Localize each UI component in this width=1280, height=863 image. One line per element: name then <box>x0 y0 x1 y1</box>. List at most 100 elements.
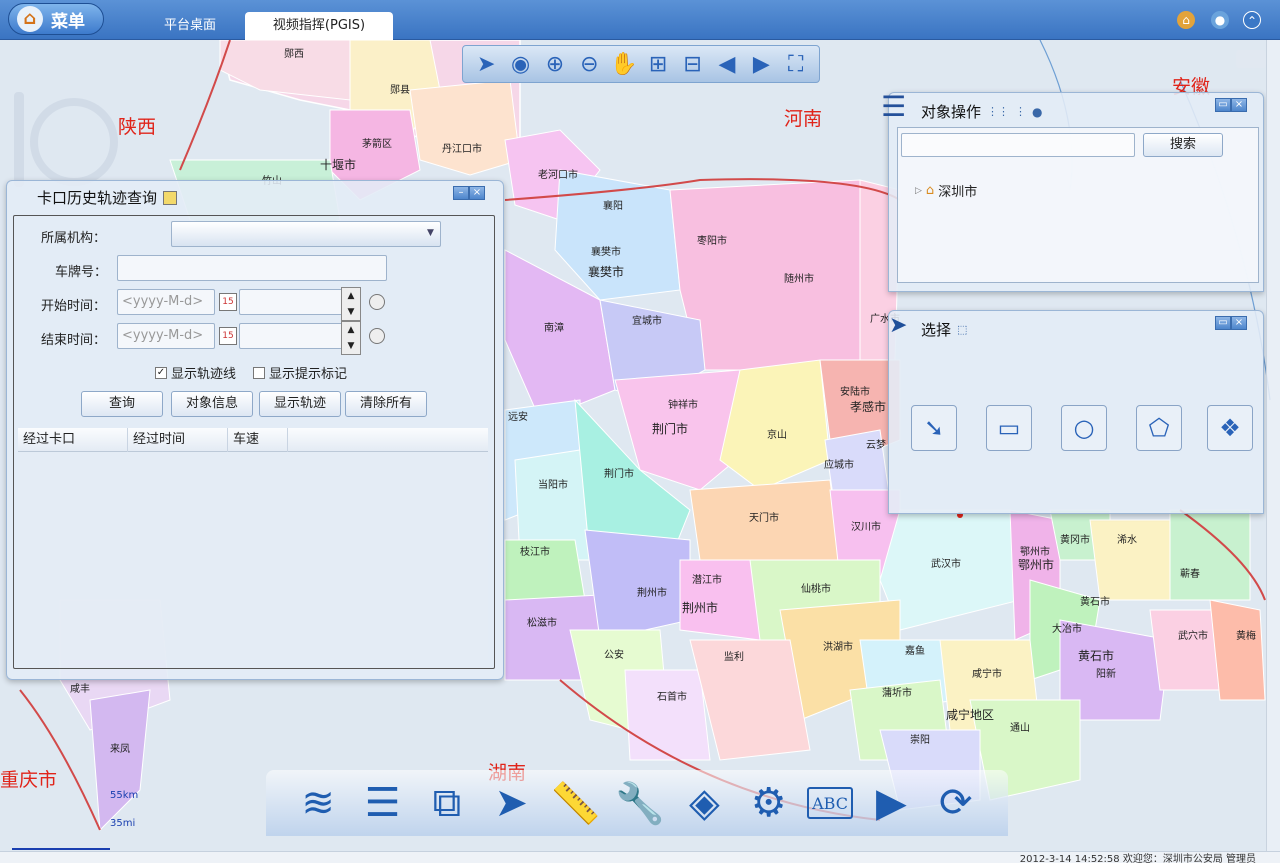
city-label: 老河口市 <box>538 170 578 181</box>
zoom-box-in-icon[interactable]: ⊞ <box>644 50 672 78</box>
expand-triangle-icon[interactable]: ▷ <box>915 186 922 196</box>
refresh-icon[interactable]: ⟳ <box>930 777 982 829</box>
collapse-up-icon[interactable]: ⌃ <box>1243 11 1261 29</box>
city-label: 武汉市 <box>931 559 961 570</box>
calendar-icon[interactable]: 15 <box>219 327 237 345</box>
select-mode-icon[interactable]: ⬚ <box>957 323 967 336</box>
circle-select-icon[interactable]: ○ <box>1061 405 1107 451</box>
end-date-input[interactable]: <yyyy-M-d> <box>117 323 215 349</box>
stack-icon[interactable]: ◈ <box>678 777 730 829</box>
city-label: 钟祥市 <box>668 400 698 411</box>
tab-video-command-pgis[interactable]: 视频指挥(PGIS) <box>245 12 393 40</box>
object-search-input[interactable] <box>901 133 1135 157</box>
video-play-icon[interactable]: ▶ <box>865 777 917 829</box>
show-track-line-checkbox[interactable]: ✓ 显示轨迹线 <box>155 363 236 382</box>
close-icon[interactable]: × <box>1231 98 1247 112</box>
column-speed[interactable]: 车速 <box>228 428 288 452</box>
object-info-button[interactable]: 对象信息 <box>171 391 253 417</box>
show-track-button[interactable]: 显示轨迹 <box>259 391 341 417</box>
city-label: 应城市 <box>824 460 854 471</box>
end-time-spinner[interactable]: ▲ ▼ <box>341 321 361 355</box>
rectangle-select-icon[interactable]: ▭ <box>986 405 1032 451</box>
org-select[interactable] <box>171 221 441 247</box>
start-time-spinner[interactable]: ▲ ▼ <box>341 287 361 321</box>
tree-collapse-icon[interactable]: ⋮ <box>1015 105 1026 118</box>
wrench-icon[interactable]: 🔧 <box>614 777 666 829</box>
city-label: 鄂州市 <box>1018 558 1055 572</box>
column-pass-time[interactable]: 经过时间 <box>128 428 228 452</box>
scale-km-label: 55km <box>110 790 139 801</box>
city-label: 嘉鱼 <box>905 646 925 657</box>
restore-icon[interactable]: ▭ <box>1215 98 1231 112</box>
region-select-icon[interactable]: ❖ <box>1207 405 1253 451</box>
horizontal-scrollbar[interactable]: 2012-3-14 14:52:58 欢迎您：深圳市公安局 管理员 <box>0 851 1280 863</box>
ruler-icon[interactable]: 📏 <box>550 777 602 829</box>
tab-platform-desktop[interactable]: 平台桌面 <box>140 12 240 40</box>
zoom-box-out-icon[interactable]: ⊟ <box>679 50 707 78</box>
city-label: 公安 <box>604 650 624 661</box>
pointer-select-icon[interactable]: ➘ <box>911 405 957 451</box>
city-label: 远安 <box>508 412 528 423</box>
city-label: 云梦 <box>866 440 886 451</box>
cursor-arrow-icon: ➤ <box>889 313 908 338</box>
restore-icon[interactable]: ▭ <box>1215 316 1231 330</box>
city-label: 丹江口市 <box>442 144 482 155</box>
end-time-input[interactable] <box>239 323 347 349</box>
bottom-toolbar: ≋ ☰ ⧉ ➤ 📏 🔧 ◈ ⚙ ABC ▶ ⟳ <box>266 770 1008 836</box>
forward-arrow-icon[interactable]: ▶ <box>747 50 775 78</box>
province-label-shaanxi: 陕西 <box>118 116 157 138</box>
city-label: 武穴市 <box>1178 631 1208 642</box>
show-marks-checkbox[interactable]: 显示提示标记 <box>253 363 347 382</box>
city-label: 通山 <box>1010 723 1030 734</box>
city-label: 京山 <box>767 430 787 441</box>
select-arrow-icon[interactable]: ➤ <box>472 50 500 78</box>
start-date-input[interactable]: <yyyy-M-d> <box>117 289 215 315</box>
close-icon[interactable]: × <box>1231 316 1247 330</box>
start-time-label: 开始时间： <box>41 299 107 314</box>
select-window-buttons: ▭ × <box>1215 316 1247 330</box>
close-icon[interactable]: × <box>469 186 485 200</box>
city-label: 松滋市 <box>527 618 557 629</box>
city-label: 黄梅 <box>1236 631 1256 642</box>
home-icon: ⌂ <box>925 183 935 198</box>
layers-icon[interactable]: ≋ <box>292 777 344 829</box>
zoom-in-icon[interactable]: ⊕ <box>541 50 569 78</box>
bulb-icon[interactable]: ● <box>1032 105 1042 119</box>
object-search-button[interactable]: 搜索 <box>1143 133 1223 157</box>
list-icon[interactable]: ☰ <box>357 777 409 829</box>
start-time-input[interactable] <box>239 289 347 315</box>
edit-icon[interactable] <box>163 190 178 205</box>
checkbox-checked-icon: ✓ <box>155 366 167 379</box>
plate-input[interactable] <box>117 255 387 281</box>
column-checkpoint[interactable]: 经过卡口 <box>18 428 128 452</box>
polygon-select-icon[interactable]: ⬠ <box>1136 405 1182 451</box>
full-extent-icon[interactable]: ⛶ <box>782 50 810 78</box>
clear-all-button[interactable]: 清除所有 <box>345 391 427 417</box>
city-label: 当阳市 <box>538 480 568 491</box>
top-bar: ⌂ 菜单 平台桌面 视频指挥(PGIS) ⌂ ● ⌃ <box>0 0 1280 40</box>
minimize-icon[interactable]: – <box>453 186 469 200</box>
globe-icon[interactable]: ◉ <box>507 50 535 78</box>
calendar-icon[interactable]: 15 <box>219 293 237 311</box>
zoom-slider[interactable] <box>14 92 24 187</box>
tree-expand-icon[interactable]: ⋮⋮ <box>987 105 1009 118</box>
back-arrow-icon[interactable]: ◀ <box>713 50 741 78</box>
gears-icon[interactable]: ⚙ <box>743 777 795 829</box>
plate-label: 车牌号： <box>55 265 108 280</box>
menu-button[interactable]: ⌂ 菜单 <box>8 3 104 35</box>
tree-node-shenzhen[interactable]: ▷ ⌂ 深圳市 <box>915 181 977 200</box>
pointer-icon[interactable]: ➤ <box>485 777 537 829</box>
text-abc-icon[interactable]: ABC <box>807 787 854 819</box>
vertical-scrollbar[interactable] <box>1266 40 1280 851</box>
map-chart-icon[interactable]: ⧉ <box>421 777 473 829</box>
query-button[interactable]: 查询 <box>81 391 163 417</box>
track-results-grid[interactable] <box>18 452 488 660</box>
city-label: 蕲春 <box>1180 569 1200 580</box>
house-icon[interactable]: ⌂ <box>1177 11 1195 29</box>
city-label: 潜江市 <box>692 575 722 586</box>
pan-control[interactable] <box>30 98 118 186</box>
map-mini-toggle[interactable] <box>1236 50 1266 68</box>
pan-hand-icon[interactable]: ✋ <box>610 50 638 78</box>
lightbulb-icon[interactable]: ● <box>1211 11 1229 29</box>
zoom-out-icon[interactable]: ⊖ <box>575 50 603 78</box>
